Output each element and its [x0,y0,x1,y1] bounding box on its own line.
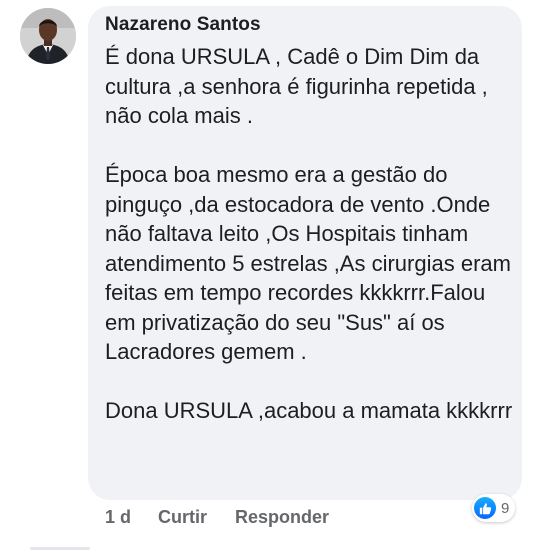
comment-timestamp[interactable]: 1 d [105,507,131,528]
comment-author[interactable]: Nazareno Santos [105,14,261,36]
comment-bubble: Nazareno Santos É dona URSULA , Cadê o D… [88,6,522,500]
avatar-photo [20,8,76,64]
reaction-count: 9 [501,499,510,517]
like-thumb-icon [474,497,496,519]
reaction-summary[interactable]: 9 [472,494,516,522]
comment-text: É dona URSULA , Cadê o Dim Dim da cultur… [105,44,513,423]
reply-button[interactable]: Responder [235,507,329,528]
like-button[interactable]: Curtir [158,507,207,528]
avatar[interactable] [20,8,76,64]
comment-actions: 1 d Curtir Responder [105,507,329,528]
